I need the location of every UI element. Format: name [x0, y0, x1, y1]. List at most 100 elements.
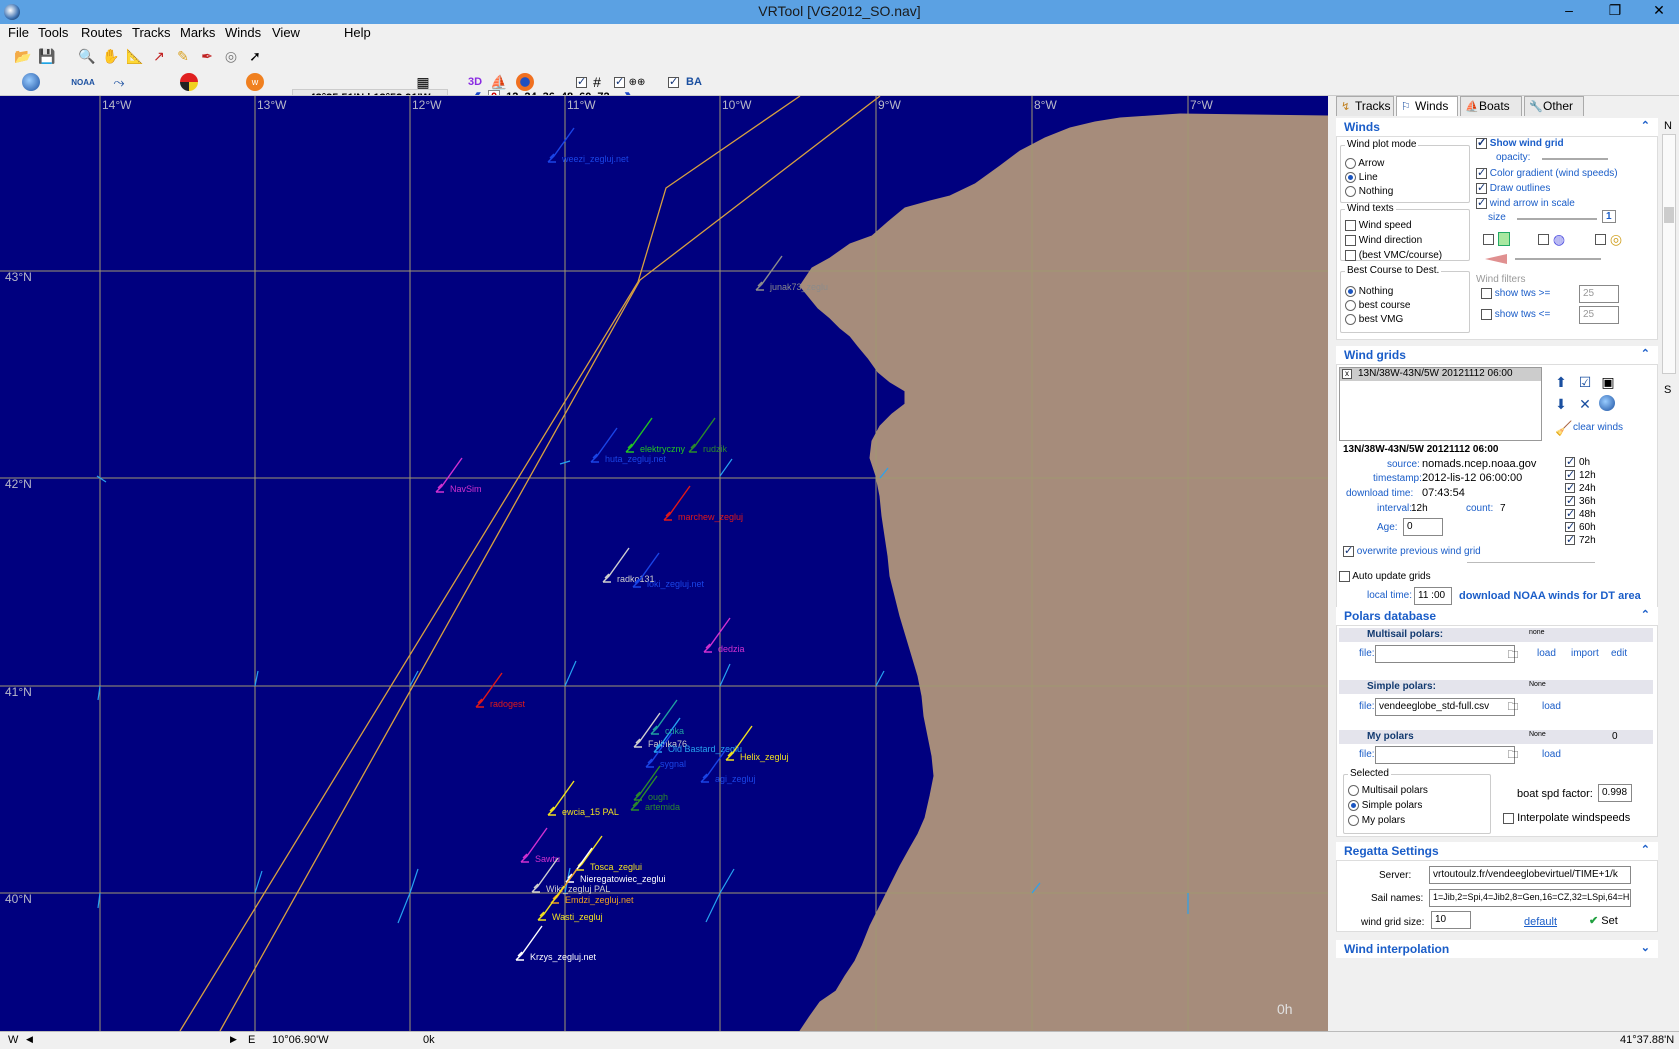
age-input[interactable]: 0 — [1403, 518, 1443, 536]
tab-other[interactable]: 🔧 Other — [1524, 96, 1584, 116]
target-icon[interactable]: ◎ — [222, 47, 240, 65]
marker-icon[interactable]: ✒ — [198, 47, 216, 65]
wind-grids-header[interactable]: Wind grids ⌃ — [1336, 346, 1658, 364]
menu-routes[interactable]: Routes — [81, 25, 122, 40]
boat-label[interactable]: marchew_zegluj — [678, 512, 743, 522]
menu-tracks[interactable]: Tracks — [132, 25, 171, 40]
boat-label[interactable]: ough — [648, 792, 668, 802]
color-gradient-checkbox[interactable]: Color gradient (wind speeds) — [1476, 166, 1618, 179]
load-link[interactable]: load — [1542, 749, 1561, 760]
select-multisail-radio[interactable]: Multisail polars — [1348, 785, 1428, 796]
edit-link[interactable]: edit — [1611, 648, 1627, 659]
best-nothing-radio[interactable]: Nothing — [1345, 286, 1393, 297]
menu-view[interactable]: View — [272, 25, 300, 40]
boat-label[interactable]: weezi_zegluj.net — [561, 154, 629, 164]
boat-label[interactable]: sygnal — [660, 759, 686, 769]
taper-slider[interactable] — [1515, 258, 1601, 260]
calculator-icon[interactable]: ▦ — [414, 73, 432, 91]
collapse-icon[interactable]: ⌃ — [1641, 347, 1650, 360]
show-tws-ge-checkbox[interactable]: show tws >= — [1481, 288, 1550, 299]
open-folder-icon[interactable]: 📂 — [14, 47, 32, 65]
boat-label[interactable]: Sawtu — [535, 854, 560, 864]
simple-polars-file-input[interactable]: vendeeglobe_std-full.csv — [1375, 698, 1515, 716]
pan-hand-icon[interactable]: ✋ — [102, 47, 120, 65]
boat-label[interactable]: radogest — [490, 699, 526, 709]
tws-le-input[interactable]: 25 — [1579, 306, 1619, 324]
show-tws-le-checkbox[interactable]: show tws <= — [1481, 309, 1550, 320]
zoom-icon[interactable]: 🔍 — [78, 47, 96, 65]
plot-arrow-radio[interactable]: Arrow — [1345, 158, 1384, 169]
interpolate-windspeeds-checkbox[interactable]: Interpolate windspeeds — [1503, 812, 1630, 824]
measure-icon[interactable]: 📐 — [126, 47, 144, 65]
scrollbar-thumb[interactable] — [1664, 207, 1674, 223]
server-input[interactable]: vrtoutoulz.fr/vendeeglobevirtuel/TIME+1/… — [1429, 866, 1631, 884]
best-course-radio[interactable]: best course — [1345, 300, 1410, 311]
save-icon[interactable]: 💾 — [38, 47, 56, 65]
grid-checkbox[interactable] — [576, 75, 587, 88]
regatta-icon[interactable] — [180, 73, 198, 91]
show-wind-grid-checkbox[interactable]: Show wind grid — [1476, 136, 1564, 149]
wind-direction-checkbox[interactable]: Wind direction — [1345, 235, 1422, 246]
load-link[interactable]: load — [1542, 701, 1561, 712]
color-toggle-1[interactable] — [1483, 234, 1494, 245]
auto-update-checkbox[interactable]: Auto update grids — [1339, 571, 1431, 582]
boat-label[interactable]: NavSim — [450, 484, 482, 494]
routing-icon[interactable]: ⤳ — [110, 73, 128, 91]
collapse-icon[interactable]: ⌃ — [1641, 843, 1650, 856]
menu-help[interactable]: Help — [344, 25, 371, 40]
wind-arrow-scale-checkbox[interactable]: wind arrow in scale — [1476, 196, 1575, 209]
pointer-icon[interactable]: ➚ — [246, 47, 264, 65]
boat-label[interactable]: Krzys_zegluj.net — [530, 952, 597, 962]
check-all-icon[interactable]: ☑ — [1576, 373, 1594, 391]
pencil-icon[interactable]: ✎ — [174, 47, 192, 65]
best-vmc-checkbox[interactable]: (best VMC/course) — [1345, 250, 1442, 261]
marks-checkbox[interactable] — [614, 75, 625, 88]
opacity-slider[interactable] — [1542, 158, 1608, 160]
browse-folder-icon[interactable]: 🗀 — [1504, 746, 1522, 764]
3d-button[interactable]: 3D — [468, 76, 482, 88]
tws-ge-input[interactable]: 25 — [1579, 285, 1619, 303]
load-link[interactable]: load — [1537, 648, 1556, 659]
boat-label[interactable]: rudzik — [703, 444, 728, 454]
default-link[interactable]: default — [1524, 916, 1557, 928]
browse-folder-icon[interactable]: 🗀 — [1504, 646, 1522, 664]
clear-winds-link[interactable]: clear winds — [1573, 422, 1623, 433]
broom-icon[interactable]: 🧹 — [1555, 419, 1573, 437]
ba-checkbox[interactable] — [668, 75, 679, 88]
close-button[interactable]: ✕ — [1637, 0, 1679, 22]
my-polars-file-input[interactable] — [1375, 746, 1515, 764]
multisail-file-input[interactable] — [1375, 645, 1515, 663]
chart-map[interactable]: 14°W 13°W 12°W 11°W 10°W 9°W 8°W 7°W 43°N 42°N 41… — [0, 96, 1328, 1031]
collapse-icon[interactable]: ⌃ — [1641, 119, 1650, 132]
boat-icon[interactable]: ⛵ — [490, 73, 508, 91]
plot-line-radio[interactable]: Line — [1345, 172, 1378, 183]
boat-label[interactable]: loki_zegluj.net — [647, 579, 705, 589]
expand-icon[interactable]: ⌄ — [1641, 941, 1650, 954]
boat-speed-factor-input[interactable]: 0.998 — [1598, 784, 1632, 802]
menu-winds[interactable]: Winds — [225, 25, 261, 40]
tab-tracks[interactable]: ↯ Tracks — [1336, 96, 1394, 116]
sail-names-input[interactable]: 1=Jib,2=Spi,4=Jib2,8=Gen,16=CZ,32=LSpi,6… — [1429, 889, 1631, 907]
draw-outlines-checkbox[interactable]: Draw outlines — [1476, 181, 1550, 194]
boat-label[interactable]: Tosca_zeglui — [590, 862, 642, 872]
size-slider[interactable] — [1517, 218, 1597, 220]
boat-label[interactable]: huta_zegluj.net — [605, 454, 667, 464]
menu-tools[interactable]: Tools — [38, 25, 68, 40]
delete-icon[interactable]: ✕ — [1576, 395, 1594, 413]
hour-72h-checkbox[interactable]: 72h — [1565, 533, 1625, 548]
ring-icon[interactable]: ◎ — [1607, 230, 1625, 248]
tab-boats[interactable]: ⛵ Boats — [1460, 96, 1522, 116]
download-noaa-link[interactable]: download NOAA winds for DT area — [1459, 590, 1641, 602]
best-vmg-radio[interactable]: best VMG — [1345, 314, 1403, 325]
move-up-icon[interactable]: ⬆ — [1552, 373, 1570, 391]
wind-speed-checkbox[interactable]: Wind speed — [1345, 220, 1412, 231]
polars-header[interactable]: Polars database ⌃ — [1336, 607, 1658, 625]
plot-nothing-radio[interactable]: Nothing — [1345, 186, 1393, 197]
boat-label[interactable]: cuka — [665, 726, 684, 736]
regatta-header[interactable]: Regatta Settings ⌃ — [1336, 842, 1658, 860]
boat-label[interactable]: Wasti_zegluj — [552, 912, 603, 922]
tab-winds[interactable]: ⚐ Winds — [1396, 96, 1458, 116]
boat-label[interactable]: Emdzi_zegluj.net — [565, 895, 634, 905]
boat-label[interactable]: Helix_zegluj — [740, 752, 789, 762]
firefox-icon[interactable] — [516, 73, 534, 91]
